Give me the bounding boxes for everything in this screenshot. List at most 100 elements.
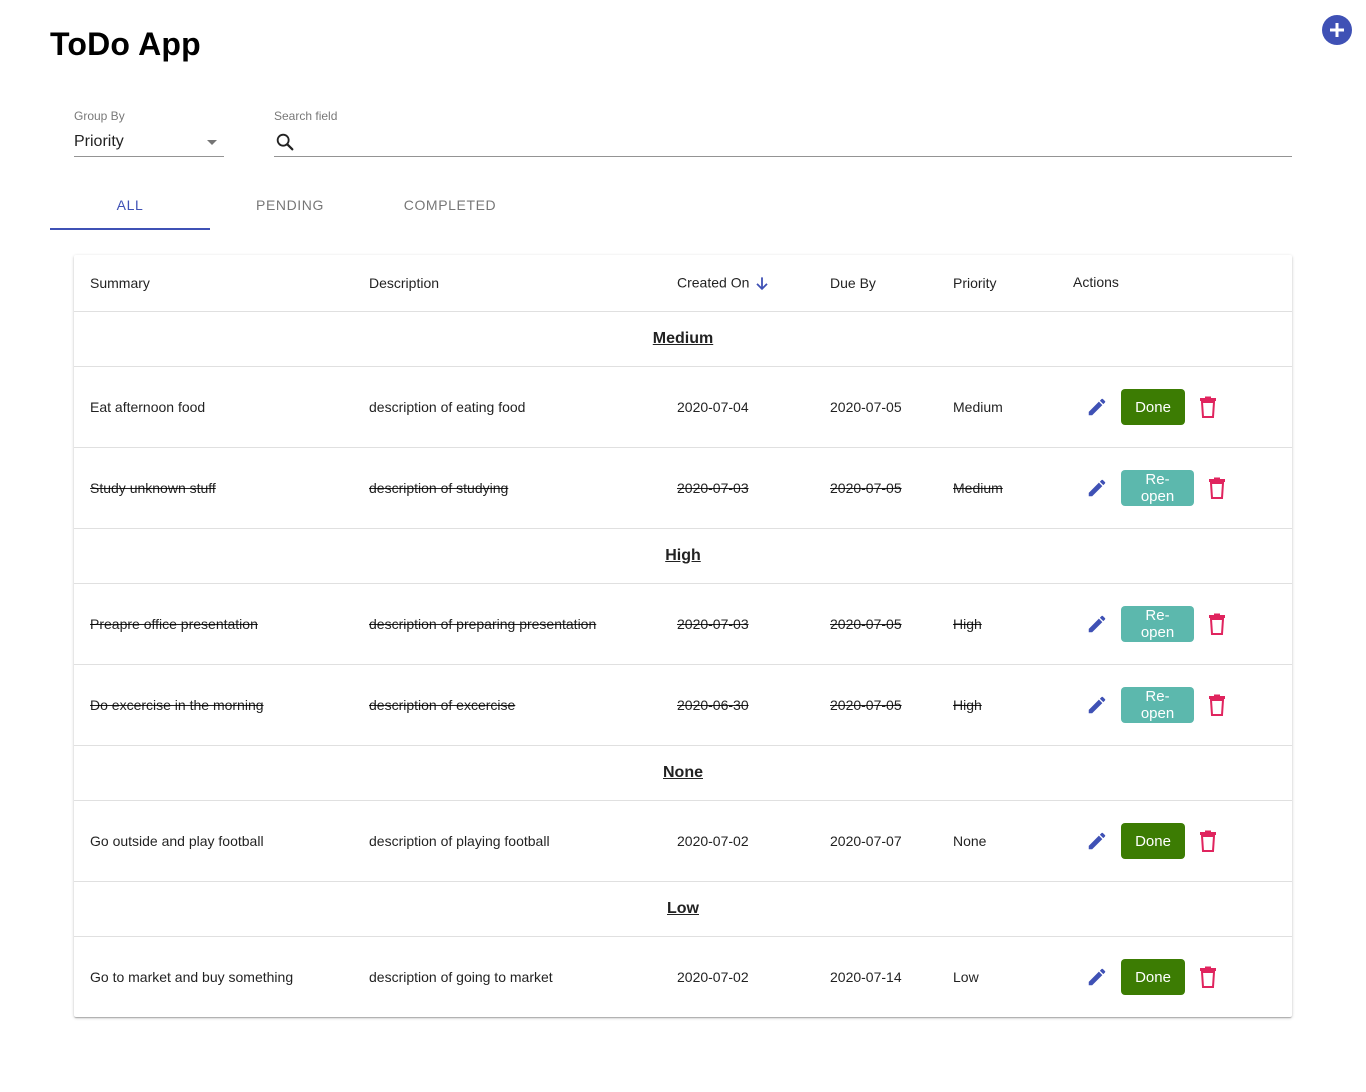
row-priority: High <box>953 697 982 713</box>
row-summary: Do excercise in the morning <box>90 697 264 713</box>
tab-completed[interactable]: COMPLETED <box>370 182 530 228</box>
pencil-icon <box>1088 832 1106 850</box>
row-summary: Go outside and play football <box>90 833 264 849</box>
table-row: Eat afternoon food description of eating… <box>74 367 1292 448</box>
done-button[interactable]: Done <box>1121 959 1185 995</box>
done-button[interactable]: Done <box>1121 823 1185 859</box>
arrow-downward-icon <box>756 277 769 291</box>
group-label-low: Low <box>667 900 699 917</box>
header-created-on-label: Created On <box>677 274 750 291</box>
group-label-none: None <box>663 764 703 781</box>
search-input[interactable] <box>304 131 1292 152</box>
row-due-by: 2020-07-05 <box>830 480 902 496</box>
tab-all[interactable]: ALL <box>50 182 210 230</box>
row-due-by: 2020-07-05 <box>830 399 902 415</box>
header-created-on[interactable]: Created On <box>677 274 769 291</box>
trash-icon <box>1200 966 1216 988</box>
table-row: Preapre office presentation description … <box>74 584 1292 665</box>
row-description: description of going to market <box>369 969 553 985</box>
row-priority: None <box>953 833 987 849</box>
table-row: Do excercise in the morning description … <box>74 665 1292 746</box>
row-created-on: 2020-07-02 <box>677 969 749 985</box>
group-label-medium: Medium <box>652 330 714 347</box>
trash-icon <box>1209 694 1225 716</box>
group-by-value: Priority <box>74 132 124 150</box>
done-button[interactable]: Done <box>1121 389 1185 425</box>
row-actions: Re-open <box>1084 470 1230 506</box>
row-created-on: 2020-07-03 <box>677 616 749 632</box>
row-due-by: 2020-07-07 <box>830 833 902 849</box>
search-box[interactable] <box>274 127 1292 157</box>
delete-button[interactable] <box>1204 475 1230 501</box>
group-row: Medium <box>74 312 1292 367</box>
group-by-label: Group By <box>74 109 125 123</box>
edit-button[interactable] <box>1084 964 1110 990</box>
header-priority[interactable]: Priority <box>953 275 997 291</box>
edit-button[interactable] <box>1084 394 1110 420</box>
reopen-button[interactable]: Re-open <box>1121 687 1194 723</box>
row-due-by: 2020-07-14 <box>830 969 902 985</box>
table-row: Study unknown stuff description of study… <box>74 448 1292 529</box>
row-priority: Medium <box>953 480 1003 496</box>
pencil-icon <box>1088 615 1106 633</box>
row-description: description of excercise <box>369 697 516 713</box>
reopen-button[interactable]: Re-open <box>1121 606 1194 642</box>
search-label: Search field <box>274 109 338 123</box>
delete-button[interactable] <box>1195 964 1221 990</box>
search-field[interactable]: Search field <box>274 109 1292 157</box>
reopen-button[interactable]: Re-open <box>1121 470 1194 506</box>
edit-button[interactable] <box>1084 692 1110 718</box>
arrow-drop-down-icon <box>207 139 217 145</box>
header-due-by[interactable]: Due By <box>830 275 876 291</box>
add-todo-button[interactable] <box>1322 15 1352 45</box>
header-description[interactable]: Description <box>369 275 439 291</box>
delete-button[interactable] <box>1204 611 1230 637</box>
row-priority: High <box>953 616 982 632</box>
row-actions: Done <box>1084 823 1221 859</box>
delete-button[interactable] <box>1204 692 1230 718</box>
edit-button[interactable] <box>1084 828 1110 854</box>
row-description: description of preparing presentation <box>369 616 597 632</box>
table-header-row: Summary Description Created On Due By Pr… <box>74 255 1292 312</box>
edit-button[interactable] <box>1084 475 1110 501</box>
row-description: description of studying <box>369 480 509 496</box>
delete-button[interactable] <box>1195 828 1221 854</box>
row-summary: Eat afternoon food <box>90 399 206 415</box>
trash-icon <box>1209 613 1225 635</box>
table-row: Go outside and play football description… <box>74 801 1292 882</box>
row-created-on: 2020-07-03 <box>677 480 749 496</box>
tab-pending[interactable]: PENDING <box>210 182 370 228</box>
trash-icon <box>1209 477 1225 499</box>
header-summary[interactable]: Summary <box>90 275 150 291</box>
add-circle-icon <box>1330 23 1344 37</box>
row-actions: Done <box>1084 959 1221 995</box>
pencil-icon <box>1088 479 1106 497</box>
search-icon <box>276 133 294 150</box>
row-description: description of playing football <box>369 833 550 849</box>
table-row: Go to market and buy something descripti… <box>74 937 1292 1017</box>
row-summary: Study unknown stuff <box>90 480 216 496</box>
todo-table: Summary Description Created On Due By Pr… <box>74 255 1292 1017</box>
pencil-icon <box>1088 968 1106 986</box>
row-description: description of eating food <box>369 399 526 415</box>
delete-button[interactable] <box>1195 394 1221 420</box>
row-summary: Preapre office presentation <box>90 616 258 632</box>
page-title: ToDo App <box>50 26 201 62</box>
group-row: Low <box>74 882 1292 937</box>
group-row: None <box>74 746 1292 801</box>
row-due-by: 2020-07-05 <box>830 616 902 632</box>
group-by-select[interactable]: Group By Priority <box>74 109 224 157</box>
row-actions: Re-open <box>1084 687 1230 723</box>
row-actions: Done <box>1084 389 1221 425</box>
trash-icon <box>1200 830 1216 852</box>
row-due-by: 2020-07-05 <box>830 697 902 713</box>
row-priority: Medium <box>953 399 1003 415</box>
row-actions: Re-open <box>1084 606 1230 642</box>
group-by-value-box[interactable]: Priority <box>74 127 224 157</box>
edit-button[interactable] <box>1084 611 1110 637</box>
row-created-on: 2020-07-02 <box>677 833 749 849</box>
row-created-on: 2020-06-30 <box>677 697 749 713</box>
group-row: High <box>74 529 1292 584</box>
pencil-icon <box>1088 696 1106 714</box>
group-label-high: High <box>665 547 701 564</box>
